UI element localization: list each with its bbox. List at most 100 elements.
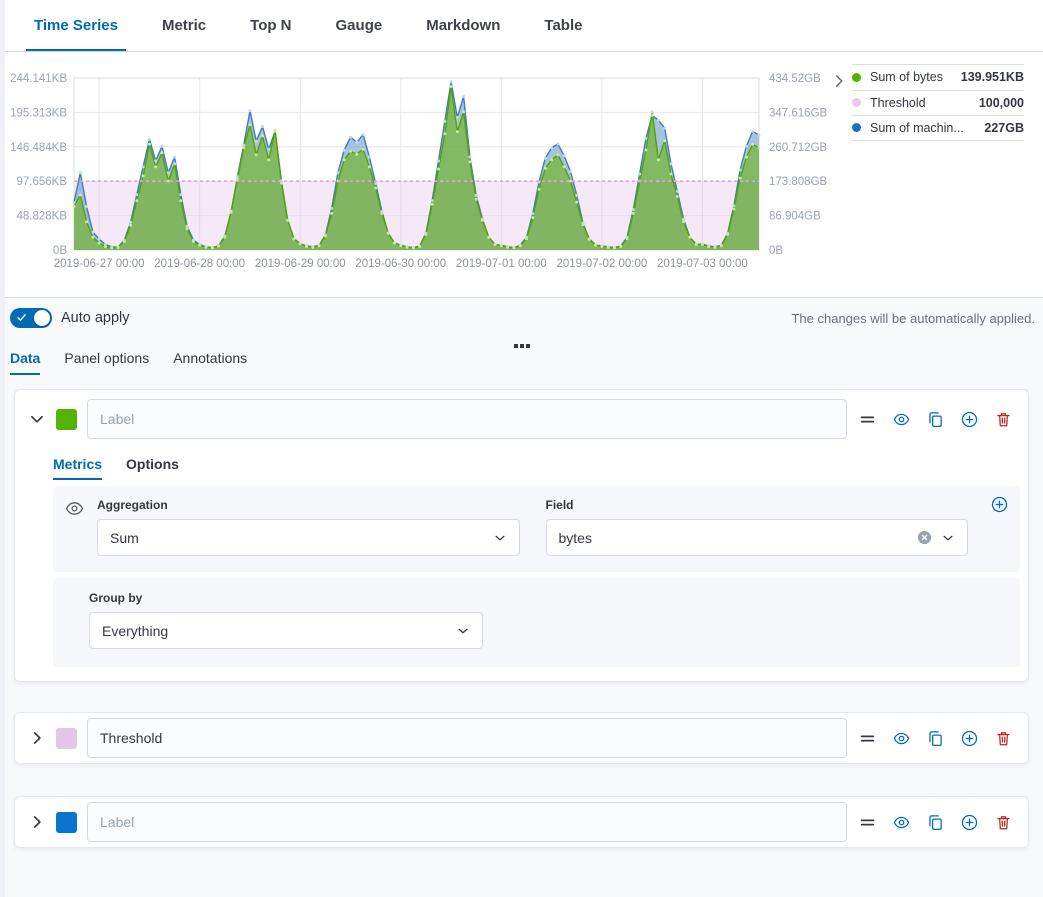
series-panel-2	[14, 712, 1029, 764]
svg-text:195.313KB: 195.313KB	[10, 107, 67, 119]
clone-icon[interactable]	[927, 730, 944, 747]
legend-value: 100,000	[979, 96, 1024, 110]
eye-icon[interactable]	[893, 814, 910, 831]
chevron-down-icon	[941, 531, 955, 545]
tab-metrics[interactable]: Metrics	[53, 456, 102, 480]
tab-options[interactable]: Options	[126, 456, 179, 480]
tab-data[interactable]: Data	[10, 350, 40, 375]
clear-field-icon[interactable]	[917, 530, 932, 545]
aggregation-section: Aggregation Sum Field bytes	[53, 486, 1020, 572]
svg-text:0B: 0B	[769, 245, 783, 257]
legend-item-sum-of-bytes[interactable]: Sum of bytes 139.951KB	[852, 64, 1024, 90]
trash-icon[interactable]	[995, 730, 1012, 747]
panel-resize-handle[interactable]	[510, 340, 534, 352]
svg-text:2019-07-01 00:00: 2019-07-01 00:00	[456, 258, 547, 270]
series-header	[15, 390, 1028, 444]
legend-item-threshold[interactable]: Threshold 100,000	[852, 90, 1024, 116]
chevron-down-icon	[493, 531, 507, 545]
svg-text:48.828KB: 48.828KB	[16, 211, 67, 223]
eye-icon[interactable]	[893, 411, 910, 428]
series-label-input[interactable]	[87, 399, 847, 439]
check-icon	[17, 313, 26, 322]
timeseries-chart-panel: 0B48.828KB97.656KB146.484KB195.313KB244.…	[0, 52, 1043, 298]
add-series-icon[interactable]	[961, 411, 978, 428]
tab-panel-options[interactable]: Panel options	[64, 350, 149, 375]
add-metric-icon[interactable]	[991, 496, 1008, 513]
drag-handle-icon[interactable]	[859, 730, 876, 747]
auto-apply-label: Auto apply	[61, 310, 130, 326]
aggregation-value: Sum	[110, 530, 139, 546]
auto-apply-row: Auto apply The changes will be automatic…	[0, 298, 1043, 328]
eye-icon[interactable]	[893, 730, 910, 747]
svg-text:0B: 0B	[53, 245, 67, 257]
legend-dot-blue	[852, 123, 861, 132]
series-color-swatch[interactable]	[56, 409, 77, 430]
auto-apply-toggle[interactable]	[10, 308, 52, 328]
group-by-select[interactable]: Everything	[89, 612, 483, 649]
aggregation-select[interactable]: Sum	[97, 519, 520, 556]
tab-table[interactable]: Table	[540, 0, 586, 51]
legend-collapse-icon[interactable]	[830, 72, 848, 90]
editor-tabbar: Data Panel options Annotations	[10, 350, 1043, 375]
svg-text:2019-06-28 00:00: 2019-06-28 00:00	[154, 258, 245, 270]
series-label-input[interactable]	[87, 718, 847, 758]
tab-top-n[interactable]: Top N	[246, 0, 295, 51]
series-actions	[859, 814, 1018, 831]
chevron-right-icon[interactable]	[28, 813, 46, 831]
clone-icon[interactable]	[927, 814, 944, 831]
add-series-icon[interactable]	[961, 814, 978, 831]
series-tabbar: Metrics Options	[53, 456, 1028, 480]
svg-text:173.808GB: 173.808GB	[769, 176, 828, 188]
legend-label: Threshold	[870, 96, 926, 110]
legend-item-sum-of-machines[interactable]: Sum of machin... 227GB	[852, 115, 1024, 141]
tab-markdown[interactable]: Markdown	[422, 0, 504, 51]
timeseries-chart-canvas: 0B48.828KB97.656KB146.484KB195.313KB244.…	[2, 58, 834, 284]
series-header	[15, 713, 1028, 763]
add-series-icon[interactable]	[961, 730, 978, 747]
tab-annotations[interactable]: Annotations	[173, 350, 247, 375]
legend-value: 139.951KB	[961, 70, 1024, 84]
chevron-down-icon[interactable]	[28, 410, 46, 428]
svg-text:434.52GB: 434.52GB	[769, 73, 821, 85]
svg-text:2019-07-03 00:00: 2019-07-03 00:00	[657, 258, 748, 270]
svg-text:86.904GB: 86.904GB	[769, 211, 821, 223]
series-actions	[859, 730, 1018, 747]
drag-handle-icon[interactable]	[859, 814, 876, 831]
group-by-value: Everything	[102, 623, 168, 639]
series-color-swatch[interactable]	[56, 728, 77, 749]
clone-icon[interactable]	[927, 411, 944, 428]
drag-handle-icon[interactable]	[859, 411, 876, 428]
svg-text:2019-06-29 00:00: 2019-06-29 00:00	[255, 258, 346, 270]
auto-apply-hint: The changes will be automatically applie…	[791, 311, 1035, 326]
legend-label: Sum of bytes	[870, 70, 943, 84]
tab-time-series[interactable]: Time Series	[30, 0, 122, 51]
eye-icon	[65, 498, 87, 556]
series-label-input[interactable]	[87, 802, 847, 842]
tab-metric[interactable]: Metric	[158, 0, 210, 51]
legend-dot-green	[852, 73, 861, 82]
field-label: Field	[546, 498, 969, 512]
series-panel-1: Metrics Options Aggregation Sum	[14, 389, 1029, 682]
aggregation-field-group: Aggregation Sum	[97, 498, 520, 556]
group-by-label: Group by	[89, 591, 1006, 605]
svg-text:97.656KB: 97.656KB	[16, 176, 67, 188]
svg-text:146.484KB: 146.484KB	[10, 142, 67, 154]
field-combobox[interactable]: bytes	[546, 519, 969, 556]
viz-type-tabbar: Time Series Metric Top N Gauge Markdown …	[0, 0, 1043, 52]
chevron-right-icon[interactable]	[28, 729, 46, 747]
svg-text:347.616GB: 347.616GB	[769, 107, 828, 119]
chevron-down-icon	[456, 624, 470, 638]
legend-dot-pink	[852, 98, 861, 107]
trash-icon[interactable]	[995, 814, 1012, 831]
svg-text:2019-06-30 00:00: 2019-06-30 00:00	[355, 258, 446, 270]
tab-gauge[interactable]: Gauge	[332, 0, 387, 51]
tsvb-editor-app: Time Series Metric Top N Gauge Markdown …	[0, 0, 1043, 897]
svg-text:260.712GB: 260.712GB	[769, 142, 828, 154]
svg-text:2019-07-02 00:00: 2019-07-02 00:00	[556, 258, 647, 270]
trash-icon[interactable]	[995, 411, 1012, 428]
panel-editor: Auto apply The changes will be automatic…	[0, 298, 1043, 897]
left-gutter	[0, 0, 5, 897]
field-field-group: Field bytes	[546, 498, 969, 556]
field-value: bytes	[559, 530, 592, 546]
series-color-swatch[interactable]	[56, 812, 77, 833]
